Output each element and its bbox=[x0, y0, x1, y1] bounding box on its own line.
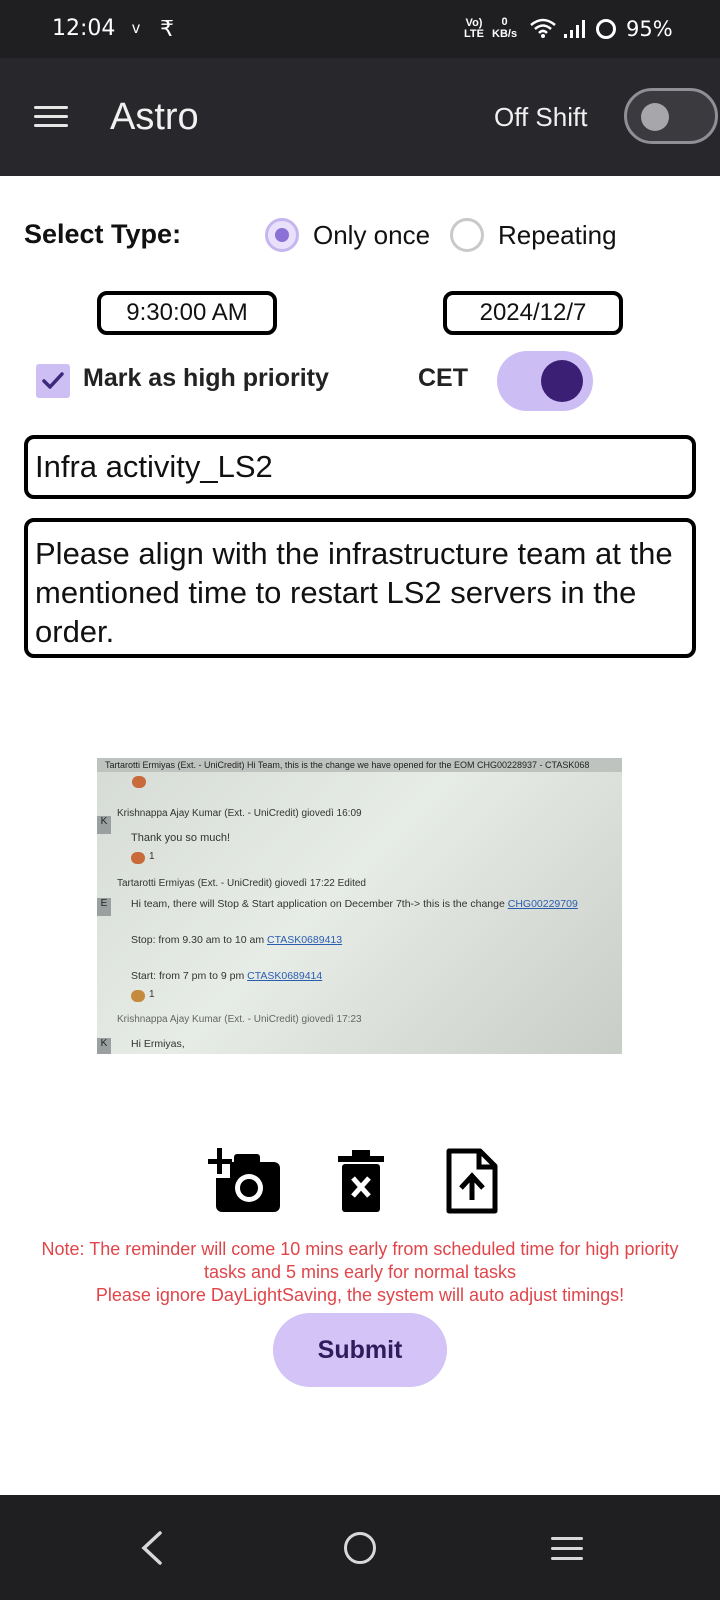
message-author: Krishnappa Ajay Kumar (Ext. - UniCredit)… bbox=[117, 1014, 362, 1025]
avatar-k: K bbox=[97, 1038, 111, 1054]
timezone-label: CET bbox=[418, 364, 468, 392]
start-link: CTASK0689414 bbox=[247, 970, 323, 982]
reminder-note: Note: The reminder will come 10 mins ear… bbox=[20, 1238, 700, 1307]
select-type-label: Select Type: bbox=[24, 219, 182, 249]
submit-button[interactable]: Submit bbox=[273, 1313, 447, 1387]
stop-line: Stop: from 9.30 am to 10 am CTASK0689413 bbox=[131, 934, 342, 946]
change-link: CHG00229709 bbox=[507, 898, 578, 910]
toggle-knob bbox=[541, 360, 583, 402]
menu-icon[interactable] bbox=[34, 106, 68, 128]
recents-icon[interactable] bbox=[551, 1537, 583, 1567]
reaction-count: 1 bbox=[149, 851, 155, 862]
time-picker-field[interactable]: 9:30:00 AM bbox=[97, 291, 277, 335]
message-text: Thank you so much! bbox=[131, 832, 231, 844]
signal-icon bbox=[564, 20, 585, 38]
data-rate-unit: KB/s bbox=[492, 28, 518, 40]
shift-toggle[interactable] bbox=[624, 88, 718, 144]
add-photo-icon[interactable] bbox=[208, 1148, 284, 1216]
date-picker-field[interactable]: 2024/12/7 bbox=[443, 291, 623, 335]
app-bar: Astro Off Shift bbox=[0, 58, 720, 176]
reaction-icon bbox=[131, 990, 145, 1002]
upload-file-icon[interactable] bbox=[446, 1148, 498, 1214]
reaction-count: 1 bbox=[149, 989, 155, 1000]
reaction-icon bbox=[132, 776, 146, 788]
battery-percent: 95% bbox=[626, 17, 673, 41]
message-text-body: Hi team, there will Stop & Start applica… bbox=[131, 898, 508, 910]
notification-rupee-icon: ₹ bbox=[160, 16, 174, 41]
system-nav-bar bbox=[0, 1495, 720, 1600]
stop-text: Stop: from 9.30 am to 10 am bbox=[131, 934, 267, 946]
home-icon[interactable] bbox=[344, 1532, 376, 1564]
task-description-input[interactable]: Please align with the infrastructure tea… bbox=[24, 518, 696, 658]
radio-only-once[interactable] bbox=[265, 218, 299, 252]
task-title-input[interactable]: Infra activity_LS2 bbox=[24, 435, 696, 499]
status-bar: 12:04 v ₹ Vo) LTE 0 KB/s 95% bbox=[0, 0, 720, 58]
attached-image-preview[interactable]: Tartarotti Ermiyas (Ext. - UniCredit) Hi… bbox=[97, 758, 622, 1054]
battery-ring-icon bbox=[596, 19, 616, 39]
message-author: Krishnappa Ajay Kumar (Ext. - UniCredit)… bbox=[117, 808, 362, 819]
reaction-icon bbox=[131, 852, 145, 864]
start-text: Start: from 7 pm to 9 pm bbox=[131, 970, 248, 982]
data-rate-value: 0 bbox=[501, 16, 508, 28]
app-root: 12:04 v ₹ Vo) LTE 0 KB/s 95% Astro Off S… bbox=[0, 0, 720, 1600]
back-icon[interactable] bbox=[138, 1529, 164, 1567]
toggle-knob bbox=[641, 103, 669, 131]
stop-link: CTASK0689413 bbox=[266, 934, 343, 946]
message-author: Tartarotti Ermiyas (Ext. - UniCredit) gi… bbox=[117, 878, 366, 889]
wifi-icon bbox=[530, 18, 556, 38]
data-rate-indicator: 0 KB/s bbox=[492, 16, 517, 40]
radio-only-once-label[interactable]: Only once bbox=[313, 220, 430, 251]
notification-v-icon: v bbox=[132, 20, 140, 37]
status-time: 12:04 bbox=[52, 16, 116, 41]
radio-repeating-label[interactable]: Repeating bbox=[498, 220, 617, 251]
attachment-header: Tartarotti Ermiyas (Ext. - UniCredit) Hi… bbox=[97, 758, 622, 772]
avatar-e: E bbox=[97, 898, 111, 916]
avatar-k: K bbox=[97, 816, 111, 834]
high-priority-label: Mark as high priority bbox=[83, 364, 329, 392]
note-line-2: Please ignore DayLightSaving, the system… bbox=[95, 1285, 625, 1305]
lte-icon: Vo) LTE bbox=[464, 17, 484, 40]
radio-repeating[interactable] bbox=[450, 218, 484, 252]
start-line: Start: from 7 pm to 9 pm CTASK0689414 bbox=[131, 970, 322, 982]
shift-status-label: Off Shift bbox=[494, 102, 588, 132]
app-title: Astro bbox=[110, 96, 199, 138]
delete-image-icon[interactable] bbox=[338, 1150, 384, 1212]
high-priority-checkbox[interactable] bbox=[36, 364, 70, 398]
note-line-1: Note: The reminder will come 10 mins ear… bbox=[41, 1239, 679, 1282]
checkmark-icon bbox=[42, 372, 64, 389]
message-text: Hi team, there will Stop & Start applica… bbox=[131, 898, 578, 910]
message-text: Hi Ermiyas, bbox=[131, 1038, 185, 1050]
timezone-toggle[interactable] bbox=[497, 351, 593, 411]
